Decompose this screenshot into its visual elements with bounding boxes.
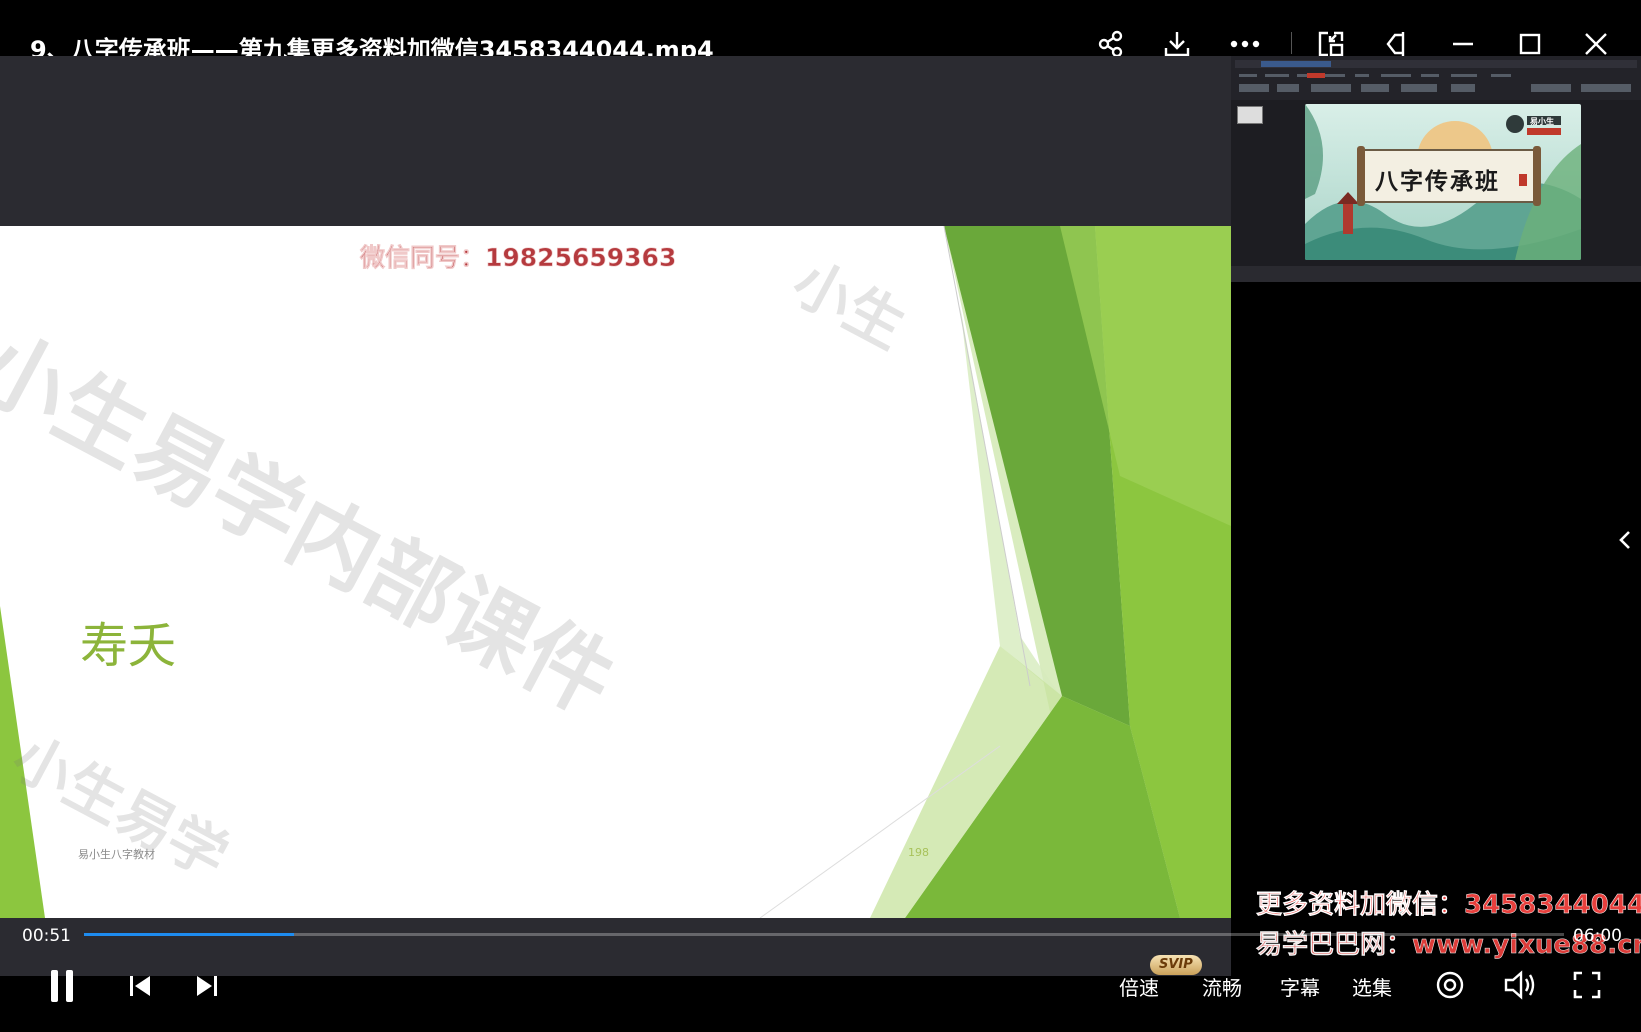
video-frame[interactable]: 小生易学内部课件 小生易学 小生 微信同号：19825659363 寿夭 易小生… [0,56,1231,976]
speed-button[interactable]: 倍速 [1119,972,1159,1001]
chevron-left-icon [1619,531,1630,549]
slide: 小生易学内部课件 小生易学 小生 微信同号：19825659363 寿夭 易小生… [0,226,1231,918]
minimize-icon [1453,42,1473,46]
episodes-button[interactable]: 选集 [1352,972,1392,1001]
settings-button[interactable] [1433,968,1467,1002]
subtitle-button[interactable]: 字幕 [1280,972,1320,1001]
preview-toolbar [1231,56,1641,100]
promo-wechat-text: 更多资料加微信：3458344044 [1256,890,1641,921]
camera-preview: 八字传承班 易小生 [1231,56,1641,282]
pin-icon [1386,32,1405,56]
previous-button[interactable] [124,970,156,1002]
more-icon [1230,40,1260,48]
progress-fill [84,933,294,936]
fullscreen-icon [1573,971,1601,999]
current-time: 00:51 [22,926,71,946]
title-divider [1291,32,1292,54]
course-banner-title: 八字传承班 [1375,168,1500,195]
settings-icon [1436,971,1464,999]
slide-footer-left: 易小生八字教材 [78,848,155,861]
pause-icon [51,970,73,1002]
skip-next-icon [197,976,217,996]
pause-button[interactable] [44,966,80,1006]
slide-heading: 寿夭 [80,618,177,674]
picture-in-picture-icon [1318,31,1344,57]
course-banner: 八字传承班 易小生 [1305,104,1581,260]
maximize-icon [1519,33,1541,55]
total-time: 06:00 [1573,926,1622,946]
quality-button[interactable]: 流畅 [1202,972,1242,1001]
slide-contact-text: 微信同号：19825659363 [360,243,677,273]
fullscreen-button[interactable] [1570,968,1604,1002]
close-icon [1585,33,1607,55]
progress-bar[interactable] [84,933,1564,936]
slide-thumbnail [1237,106,1263,124]
volume-button[interactable] [1502,968,1538,1002]
next-button[interactable] [191,970,223,1002]
course-banner-logo: 易小生 [1530,117,1554,126]
share-icon [1098,30,1123,58]
preview-statusbar [1231,266,1641,282]
volume-icon [1504,970,1535,1000]
slide-page-number: 198 [908,846,929,859]
download-icon [1164,32,1190,57]
panel-collapse-button[interactable] [1612,525,1638,555]
skip-previous-icon [130,976,150,996]
